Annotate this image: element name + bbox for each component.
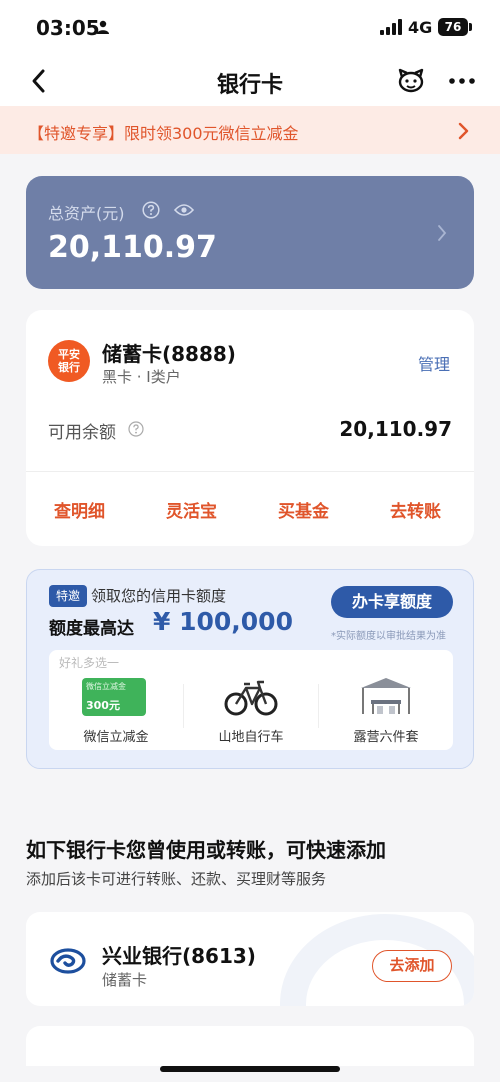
status-bar: 03:05 4G 76: [0, 0, 500, 56]
gift-header: 好礼多选一: [59, 656, 120, 670]
pingan-bank-logo: 平安 银行: [48, 340, 90, 382]
divider: [26, 471, 474, 472]
gift-item-camping-set[interactable]: 露营六件套: [319, 674, 453, 745]
help-icon[interactable]: [142, 201, 160, 219]
promo-text: 【特邀专享】限时领300元微信立减金: [28, 124, 299, 143]
card-name: 储蓄卡(8888): [102, 342, 236, 366]
apply-card-button[interactable]: 办卡享额度: [331, 586, 453, 618]
bank-card-type: 储蓄卡: [102, 971, 148, 989]
add-card-button[interactable]: 去添加: [372, 950, 452, 982]
gift-item-bicycle[interactable]: 山地自行车: [184, 674, 318, 745]
gift-item-wechat-coupon[interactable]: 微信立减金 300元 微信立减金: [49, 674, 183, 745]
special-badge: 特邀: [49, 585, 87, 607]
bank-row: [26, 1026, 474, 1066]
gift-label: 微信立减金: [83, 730, 149, 745]
disclaimer: *实际额度以审批结果为准: [331, 631, 446, 642]
battery-icon: 76: [438, 18, 468, 36]
debit-card-panel: 平安 银行 储蓄卡(8888) 黑卡 · I类户 管理 可用余额 20,110.…: [26, 310, 474, 546]
view-details-button[interactable]: 查明细: [54, 497, 105, 522]
transfer-button[interactable]: 去转账: [390, 497, 441, 522]
more-icon[interactable]: [448, 74, 476, 88]
nav-bar: 银行卡: [0, 56, 500, 106]
total-assets-amount: 20,110.97: [48, 230, 217, 265]
quick-add-title: 如下银行卡您曾使用或转账，可快速添加: [26, 838, 386, 862]
status-time: 03:05: [36, 16, 100, 40]
chevron-right-icon: [438, 225, 447, 241]
buy-fund-button[interactable]: 买基金: [278, 497, 329, 522]
bank-row: 兴业银行(8613) 储蓄卡 去添加: [26, 912, 474, 1006]
balance-label: 可用余额: [48, 423, 116, 443]
gift-label: 露营六件套: [353, 730, 419, 745]
help-icon[interactable]: [128, 421, 144, 437]
home-indicator[interactable]: [160, 1066, 340, 1072]
bank-name: 兴业银行(8613): [102, 944, 256, 968]
camping-tent-icon: [361, 678, 411, 714]
battery-tip: [469, 23, 472, 31]
coupon-small-label: 微信立减金: [86, 682, 126, 691]
cib-bank-logo-icon: [50, 948, 86, 974]
manage-link[interactable]: 管理: [418, 351, 450, 375]
card-subtitle: 黑卡 · I类户: [102, 368, 181, 386]
quick-add-subtitle: 添加后该卡可进行转账、还款、买理财等服务: [26, 870, 327, 888]
gift-label: 山地自行车: [218, 730, 284, 745]
person-icon: [97, 20, 109, 34]
logo-line-2: 银行: [58, 361, 80, 374]
bicycle-icon: [224, 680, 278, 716]
credit-card-offer[interactable]: 特邀 领取您的信用卡额度 额度最高达 ¥ 100,000 办卡享额度 *实际额度…: [26, 569, 474, 769]
customer-service-icon[interactable]: [396, 67, 426, 95]
balance-value: 20,110.97: [339, 417, 452, 441]
limit-label: 额度最高达: [49, 619, 134, 639]
flexible-savings-button[interactable]: 灵活宝: [166, 497, 217, 522]
eye-icon[interactable]: [174, 203, 194, 217]
total-assets-label: 总资产(元): [48, 204, 125, 223]
total-assets-card[interactable]: 总资产(元) 20,110.97: [26, 176, 474, 289]
logo-line-1: 平安: [58, 348, 80, 361]
network-label: 4G: [408, 18, 433, 37]
gift-panel: 好礼多选一 微信立减金 300元 微信立减金 山地自行车 露营六件套: [49, 650, 453, 750]
limit-amount: ¥ 100,000: [153, 607, 293, 636]
coupon-value: 300元: [86, 699, 120, 712]
wechat-coupon-icon: 微信立减金 300元: [82, 678, 146, 716]
chevron-right-icon: [458, 122, 469, 140]
promo-banner[interactable]: 【特邀专享】限时领300元微信立减金: [0, 106, 500, 154]
credit-offer-title: 领取您的信用卡额度: [91, 587, 227, 605]
signal-icon: [380, 19, 402, 35]
